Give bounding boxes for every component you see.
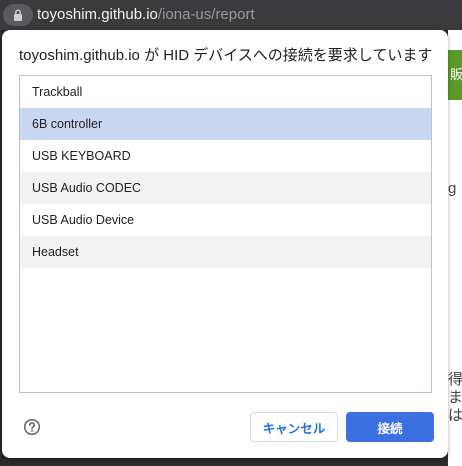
url-path: /iona-us/report <box>157 6 255 23</box>
cancel-button[interactable]: キャンセル <box>250 412 338 442</box>
device-item-trackball[interactable]: Trackball <box>20 76 431 108</box>
device-item-6b-controller[interactable]: 6B controller <box>20 108 431 140</box>
help-circle-icon <box>23 418 41 436</box>
device-list[interactable]: Trackball 6B controller USB KEYBOARD USB… <box>19 75 432 393</box>
device-item-usb-audio-device[interactable]: USB Audio Device <box>20 204 431 236</box>
url-host: toyoshim.github.io <box>37 6 158 23</box>
hid-permission-dialog: toyoshim.github.io が HID デバイスへの接続を要求していま… <box>2 30 448 458</box>
connect-button[interactable]: 接続 <box>346 412 434 442</box>
dialog-title: toyoshim.github.io が HID デバイスへの接続を要求していま… <box>19 47 433 64</box>
device-item-headset[interactable]: Headset <box>20 236 431 268</box>
site-info-button[interactable] <box>3 4 33 26</box>
background-green-button: 販 <box>448 50 462 100</box>
background-text-fragment: は <box>448 407 462 424</box>
device-item-usb-keyboard[interactable]: USB KEYBOARD <box>20 140 431 172</box>
lock-icon <box>14 9 22 21</box>
url-text[interactable]: toyoshim.github.io/iona-us/report <box>37 6 255 24</box>
background-page: 販 g 得 ます は <box>448 30 462 466</box>
browser-window: toyoshim.github.io/iona-us/report 販 g 得 … <box>0 0 462 466</box>
address-bar[interactable]: toyoshim.github.io/iona-us/report <box>0 0 462 30</box>
device-item-usb-audio-codec[interactable]: USB Audio CODEC <box>20 172 431 204</box>
help-button[interactable] <box>23 418 41 436</box>
background-text-fragment: g <box>448 180 457 197</box>
